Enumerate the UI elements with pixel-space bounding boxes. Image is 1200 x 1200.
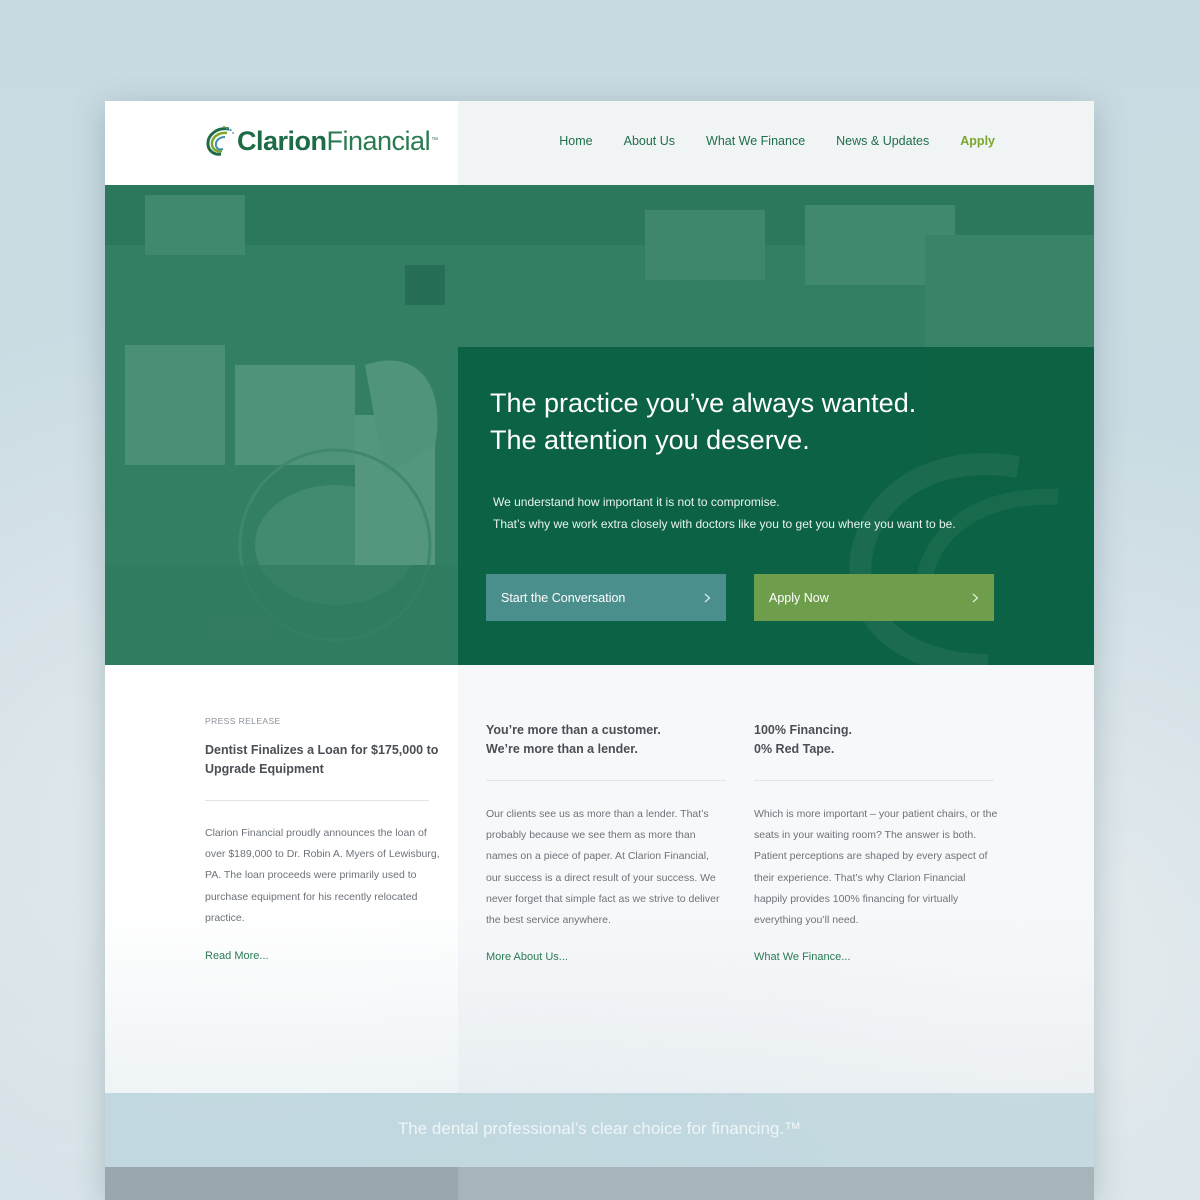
press-release-eyebrow: PRESS RELEASE (205, 716, 281, 726)
financing-title-line-1: 100% Financing. (754, 723, 852, 737)
main-nav: Home About Us What We Finance News & Upd… (559, 134, 995, 148)
hero-subtext-line-2: That’s why we work extra closely with do… (493, 517, 956, 531)
site-logo[interactable]: ClarionFinancial ™ (203, 121, 438, 161)
tagline-band: The dental professional’s clear choice f… (105, 1093, 1094, 1167)
footer-right (458, 1167, 1094, 1200)
nav-news-updates[interactable]: News & Updates (836, 134, 929, 148)
clarion-swoosh-logo-icon (206, 125, 234, 156)
nav-home[interactable]: Home (559, 134, 592, 148)
about-title-line-1: You’re more than a customer. (486, 723, 661, 737)
apply-now-label: Apply Now (769, 590, 829, 605)
feature-columns: You’re more than a customer. We’re more … (458, 665, 1094, 1093)
financing-title: 100% Financing. 0% Red Tape. (754, 721, 852, 759)
financing-body-line: seats in your waiting room? The answer i… (754, 829, 977, 842)
logo-wordmark: ClarionFinancial (237, 126, 431, 156)
apply-now-button[interactable]: Apply Now (754, 574, 994, 621)
divider (486, 780, 726, 781)
about-body-line: our success is a direct result of your s… (486, 871, 716, 884)
hero-headline-line-1: The practice you’ve always wanted. (490, 388, 917, 418)
chevron-right-icon (972, 593, 979, 602)
about-body-line: never forget that simple fact as we stri… (486, 892, 720, 905)
financing-body-line: happily provides 100% financing for virt… (754, 892, 959, 905)
about-body-line: names on a piece of paper. At Clarion Fi… (486, 850, 709, 863)
site-header: ClarionFinancial ™ Home About Us What We … (105, 101, 1094, 185)
press-release-body-line: Clarion Financial proudly announces the … (205, 827, 427, 839)
tagline-text: The dental professional’s clear choice f… (397, 1119, 802, 1138)
financing-body-line: Patient perceptions are shaped by every … (754, 850, 988, 863)
content-section: PRESS RELEASE Dentist Finalizes a Loan f… (105, 665, 1094, 1093)
about-body-line: the best service anywhere. (486, 914, 611, 927)
press-release-body-line: purchase equipment for his recently relo… (205, 890, 418, 903)
financing-body-line: their experience. That’s why Clarion Fin… (754, 871, 966, 884)
hero-headline-line-2: The attention you deserve. (490, 425, 810, 455)
logo-area: ClarionFinancial ™ (105, 101, 458, 185)
press-release-body-line: over $189,000 to Dr. Robin A. Myers of L… (205, 848, 440, 861)
logo-trademark: ™ (431, 137, 439, 144)
start-conversation-button[interactable]: Start the Conversation (486, 574, 726, 621)
page-frame: ClarionFinancial ™ Home About Us What We … (105, 101, 1094, 1200)
financing-body-line: Which is more important – your patient c… (754, 808, 998, 820)
nav-about-us[interactable]: About Us (624, 134, 675, 148)
about-title: You’re more than a customer. We’re more … (486, 721, 661, 759)
press-release-column: PRESS RELEASE Dentist Finalizes a Loan f… (105, 665, 458, 1093)
footer-left (105, 1167, 458, 1200)
press-release-body: Clarion Financial proudly announces the … (205, 823, 440, 929)
financing-body-line: everything you’ll need. (754, 914, 859, 927)
press-release-body-line: practice. (205, 911, 245, 924)
divider (205, 800, 429, 801)
about-body-line: probably because we see them as more tha… (486, 829, 696, 842)
what-we-finance-link[interactable]: What We Finance... (754, 951, 850, 963)
hero-headline: The practice you’ve always wanted. The a… (490, 385, 1050, 459)
footer-band (105, 1167, 1094, 1200)
nav-what-we-finance[interactable]: What We Finance (706, 134, 805, 148)
read-more-link[interactable]: Read More... (205, 950, 269, 962)
financing-title-line-2: 0% Red Tape. (754, 742, 835, 756)
hero-subtext-line-1: We understand how important it is not to… (493, 495, 780, 509)
hero-subtext: We understand how important it is not to… (493, 491, 956, 535)
about-body-line: Our clients see us as more than a lender… (486, 808, 709, 820)
about-title-line-2: We’re more than a lender. (486, 742, 638, 756)
divider (754, 780, 994, 781)
chevron-right-icon (704, 593, 711, 602)
start-conversation-label: Start the Conversation (501, 590, 626, 605)
financing-body: Which is more important – your patient c… (754, 804, 997, 931)
nav-apply[interactable]: Apply (960, 134, 995, 148)
more-about-us-link[interactable]: More About Us... (486, 951, 568, 963)
hero-section: The practice you’ve always wanted. The a… (105, 185, 1094, 665)
press-release-title[interactable]: Dentist Finalizes a Loan for $175,000 to… (205, 741, 438, 779)
press-release-body-line: PA. The loan proceeds were primarily use… (205, 869, 417, 882)
nav-bar: Home About Us What We Finance News & Upd… (458, 101, 1094, 185)
about-body: Our clients see us as more than a lender… (486, 804, 719, 931)
press-release-title-line-2: Upgrade Equipment (205, 762, 324, 776)
press-release-title-line-1: Dentist Finalizes a Loan for $175,000 to (205, 743, 439, 757)
